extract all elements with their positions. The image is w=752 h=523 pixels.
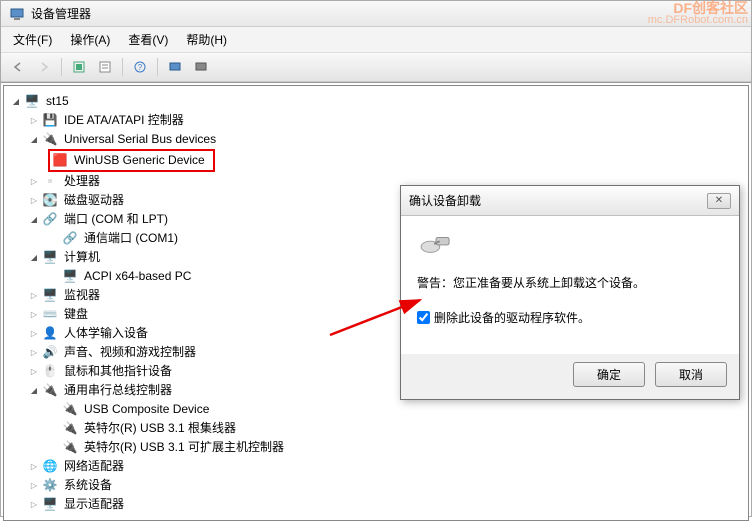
tree-item-usb-composite[interactable]: 🔌USB Composite Device — [8, 400, 744, 419]
cancel-button[interactable]: 取消 — [655, 362, 727, 387]
usb-icon: 🔌 — [42, 383, 58, 399]
port-icon: 🔗 — [62, 231, 78, 247]
expander-icon[interactable] — [28, 195, 40, 207]
watermark-url: mc.DFRobot.com.cn — [648, 14, 748, 26]
tree-item-network[interactable]: 🌐网络适配器 — [8, 457, 744, 476]
expander-icon[interactable] — [28, 134, 40, 146]
close-button[interactable]: ✕ — [707, 193, 731, 209]
menu-action[interactable]: 操作(A) — [62, 29, 118, 50]
tree-item-usb-devices[interactable]: 🔌Universal Serial Bus devices — [8, 130, 744, 149]
expander-icon[interactable] — [28, 499, 40, 511]
usb-icon: 🔌 — [62, 421, 78, 437]
expander-icon[interactable] — [28, 252, 40, 264]
highlight-box: 🟥WinUSB Generic Device — [48, 149, 215, 172]
drive-icon: 💾 — [42, 113, 58, 129]
show-hidden-button[interactable] — [68, 56, 90, 78]
app-icon — [9, 6, 25, 22]
computer-icon: 🖥️ — [62, 269, 78, 285]
expander-icon[interactable] — [28, 366, 40, 378]
sound-icon: 🔊 — [42, 345, 58, 361]
disk-icon: 💽 — [42, 193, 58, 209]
computer-icon: 🖥️ — [24, 94, 40, 110]
dialog-device-row — [417, 230, 723, 258]
usb-icon: 🔌 — [62, 440, 78, 456]
menubar: 文件(F) 操作(A) 查看(V) 帮助(H) — [1, 27, 751, 53]
tree-item-display[interactable]: 🖥️显示适配器 — [8, 495, 744, 514]
back-button[interactable] — [7, 56, 29, 78]
dialog-warning-text: 警告：您正准备要从系统上卸载这个设备。 — [417, 274, 723, 291]
scan-button[interactable] — [164, 56, 186, 78]
tree-item-winusb[interactable]: 🟥WinUSB Generic Device — [8, 149, 744, 172]
expander-icon[interactable] — [28, 176, 40, 188]
display-icon: 🖥️ — [42, 497, 58, 513]
window-title: 设备管理器 — [31, 5, 91, 22]
refresh-button[interactable] — [190, 56, 212, 78]
tree-item-sysdev[interactable]: ⚙️系统设备 — [8, 476, 744, 495]
delete-driver-label[interactable]: 删除此设备的驱动程序软件。 — [434, 309, 590, 326]
dialog-body: 警告：您正准备要从系统上卸载这个设备。 删除此设备的驱动程序软件。 — [401, 216, 739, 354]
expander-icon[interactable] — [28, 115, 40, 127]
expander-icon[interactable] — [28, 385, 40, 397]
expander-icon[interactable] — [28, 309, 40, 321]
device-icon — [417, 230, 455, 258]
svg-text:?: ? — [138, 63, 143, 72]
properties-button[interactable] — [94, 56, 116, 78]
expander-icon[interactable] — [28, 480, 40, 492]
dialog-button-row: 确定 取消 — [401, 354, 739, 399]
dialog-checkbox-row: 删除此设备的驱动程序软件。 — [417, 309, 723, 326]
device-icon: 🟥 — [52, 153, 68, 169]
menu-help[interactable]: 帮助(H) — [178, 29, 235, 50]
expander-icon[interactable] — [28, 328, 40, 340]
usb-icon: 🔌 — [42, 132, 58, 148]
hid-icon: 👤 — [42, 326, 58, 342]
menu-view[interactable]: 查看(V) — [120, 29, 176, 50]
toolbar-separator — [122, 58, 123, 76]
uninstall-dialog: 确认设备卸载 ✕ 警告：您正准备要从系统上卸载这个设备。 删除此设备的驱动程序软… — [400, 185, 740, 400]
port-icon: 🔗 — [42, 212, 58, 228]
expander-icon[interactable] — [28, 461, 40, 473]
toolbar: ? — [1, 53, 751, 82]
usb-icon: 🔌 — [62, 402, 78, 418]
tree-item-usb31-ext[interactable]: 🔌英特尔(R) USB 3.1 可扩展主机控制器 — [8, 438, 744, 457]
monitor-icon: 🖥️ — [42, 288, 58, 304]
dialog-title-text: 确认设备卸载 — [409, 192, 481, 209]
toolbar-separator — [61, 58, 62, 76]
toolbar-separator — [157, 58, 158, 76]
tree-item-ide[interactable]: 💾IDE ATA/ATAPI 控制器 — [8, 111, 744, 130]
watermark-brand: DF创客社区 — [648, 2, 748, 14]
delete-driver-checkbox[interactable] — [417, 311, 430, 324]
dialog-device-name — [471, 232, 723, 256]
dialog-titlebar: 确认设备卸载 ✕ — [401, 186, 739, 216]
forward-button[interactable] — [33, 56, 55, 78]
cpu-icon: ▫️ — [42, 174, 58, 190]
expander-icon[interactable] — [28, 347, 40, 359]
network-icon: 🌐 — [42, 459, 58, 475]
system-icon: ⚙️ — [42, 478, 58, 494]
mouse-icon: 🖱️ — [42, 364, 58, 380]
keyboard-icon: ⌨️ — [42, 307, 58, 323]
menu-file[interactable]: 文件(F) — [5, 29, 60, 50]
titlebar: 设备管理器 — [1, 1, 751, 27]
watermark: DF创客社区 mc.DFRobot.com.cn — [648, 2, 748, 26]
tree-root[interactable]: 🖥️st15 — [8, 92, 744, 111]
expander-icon[interactable] — [28, 290, 40, 302]
computer-icon: 🖥️ — [42, 250, 58, 266]
expander-icon[interactable] — [28, 214, 40, 226]
expander-icon[interactable] — [10, 96, 22, 108]
help-button[interactable]: ? — [129, 56, 151, 78]
tree-item-usb31-root[interactable]: 🔌英特尔(R) USB 3.1 根集线器 — [8, 419, 744, 438]
ok-button[interactable]: 确定 — [573, 362, 645, 387]
